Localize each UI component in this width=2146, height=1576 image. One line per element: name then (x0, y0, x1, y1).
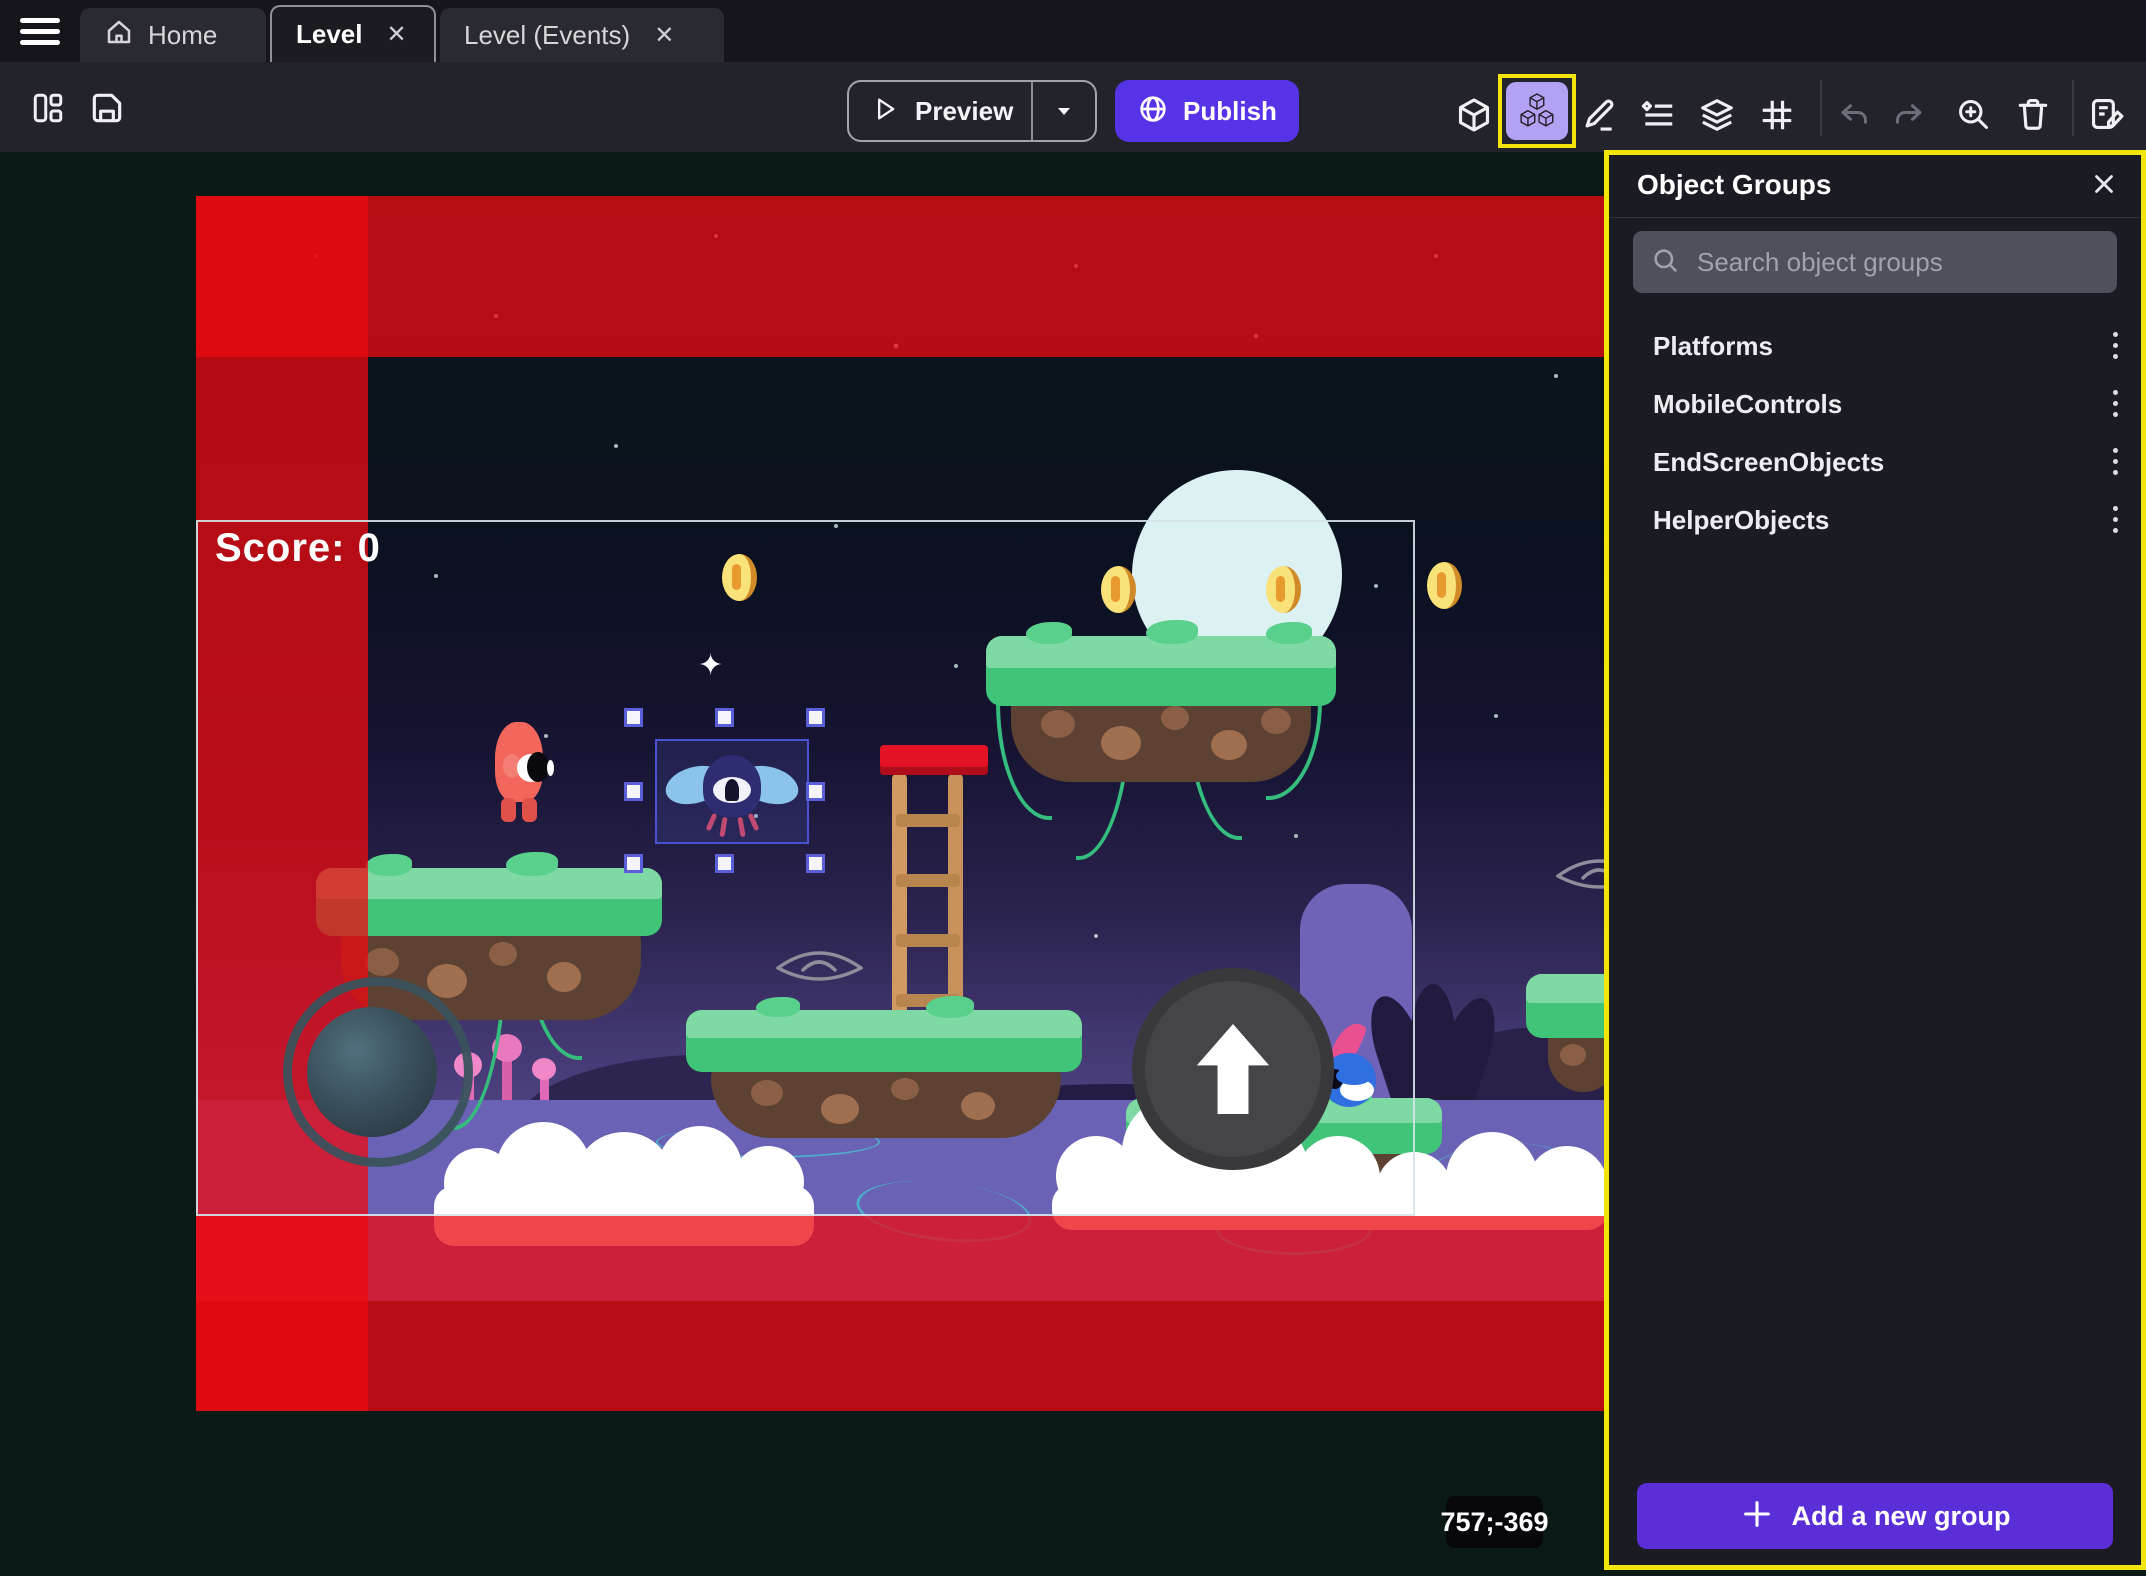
close-icon[interactable] (2089, 169, 2119, 204)
group-name: EndScreenObjects (1653, 447, 1884, 478)
undo-icon[interactable] (1834, 96, 1870, 132)
layers-icon[interactable] (1698, 96, 1736, 134)
more-options-icon[interactable] (2113, 448, 2119, 476)
tab-label: Home (148, 20, 217, 51)
zoom-in-icon[interactable] (1955, 96, 1991, 132)
selection-handle[interactable] (715, 854, 734, 873)
group-name: HelperObjects (1653, 505, 1829, 536)
group-name: MobileControls (1653, 389, 1842, 420)
tab-home[interactable]: Home (80, 8, 266, 62)
publish-label: Publish (1183, 96, 1277, 127)
divider (1820, 80, 1822, 136)
tab-level[interactable]: Level ✕ (270, 5, 436, 62)
trash-icon[interactable] (2014, 95, 2052, 133)
globe-icon (1137, 93, 1169, 130)
selection-handle[interactable] (806, 782, 825, 801)
selection-handle[interactable] (624, 708, 643, 727)
search-box[interactable] (1633, 231, 2117, 293)
object-groups-panel: Object Groups Platforms MobileControls E… (1604, 150, 2146, 1570)
plus-icon (1740, 1497, 1774, 1536)
objects-cube-icon[interactable] (1455, 96, 1493, 134)
publish-button[interactable]: Publish (1115, 80, 1299, 142)
object-group-row[interactable]: MobileControls (1609, 375, 2141, 433)
tab-label: Level (296, 19, 363, 50)
group-name: Platforms (1653, 331, 1773, 362)
object-group-row[interactable]: HelperObjects (1609, 491, 2141, 549)
selection-handle[interactable] (806, 708, 825, 727)
more-options-icon[interactable] (2113, 332, 2119, 360)
selection-handle[interactable] (806, 854, 825, 873)
search-input[interactable] (1695, 246, 2099, 279)
close-tab-icon[interactable]: ✕ (654, 21, 674, 50)
more-options-icon[interactable] (2113, 390, 2119, 418)
score-text: Score: 0 (215, 526, 381, 571)
close-tab-icon[interactable]: ✕ (387, 20, 407, 49)
home-icon (104, 17, 134, 54)
preview-label: Preview (915, 96, 1013, 127)
divider (2072, 80, 2074, 136)
object-groups-icon[interactable] (1506, 82, 1568, 140)
tab-bar: Home Level ✕ Level (Events) ✕ (0, 0, 2146, 62)
edit-pencil-icon[interactable] (1580, 95, 1618, 133)
selection-handle[interactable] (624, 854, 643, 873)
object-group-row[interactable]: Platforms (1609, 317, 2141, 375)
tab-label: Level (Events) (464, 20, 630, 51)
project-manager-icon[interactable] (30, 90, 66, 126)
bounds-band-bottom (196, 1216, 1608, 1411)
redo-icon[interactable] (1893, 96, 1929, 132)
hamburger-menu-icon[interactable] (20, 18, 60, 46)
add-group-label: Add a new group (1792, 1501, 2011, 1532)
tab-level-events[interactable]: Level (Events) ✕ (440, 8, 724, 62)
preview-button[interactable]: Preview (847, 80, 1097, 142)
coin (1427, 562, 1462, 609)
enemy-leg (737, 817, 745, 838)
eye-decoration (1552, 844, 1608, 898)
save-icon[interactable] (88, 89, 126, 127)
jump-button[interactable] (1132, 968, 1334, 1170)
instances-list-icon[interactable] (1639, 96, 1677, 134)
enemy-leg (706, 813, 718, 831)
platform-grass (1526, 974, 1608, 1038)
enemy-pupil (725, 779, 739, 801)
search-icon (1651, 246, 1679, 279)
enemy-leg (719, 817, 727, 838)
selection-handle[interactable] (624, 782, 643, 801)
bounds-band-top (196, 196, 1608, 357)
joystick-knob[interactable] (307, 1007, 437, 1137)
preview-dropdown-button[interactable] (1033, 82, 1095, 140)
app-window: Home Level ✕ Level (Events) ✕ Preview (0, 0, 2146, 1576)
panel-header: Object Groups (1609, 155, 2141, 218)
selection-handle[interactable] (715, 708, 734, 727)
toolbar: Preview Publish (0, 62, 2146, 152)
play-icon (871, 95, 899, 128)
add-group-button[interactable]: Add a new group (1637, 1483, 2113, 1549)
more-options-icon[interactable] (2113, 506, 2119, 534)
grid-icon[interactable] (1758, 96, 1796, 134)
panel-title: Object Groups (1637, 169, 1831, 201)
selection-rectangle[interactable] (655, 739, 809, 844)
enemy-leg (748, 813, 760, 831)
highlight-annotation (1498, 74, 1576, 148)
cursor-coordinates-badge: 757;-369 (1446, 1496, 1543, 1548)
object-group-row[interactable]: EndScreenObjects (1609, 433, 2141, 491)
scene-properties-icon[interactable] (2088, 95, 2126, 133)
